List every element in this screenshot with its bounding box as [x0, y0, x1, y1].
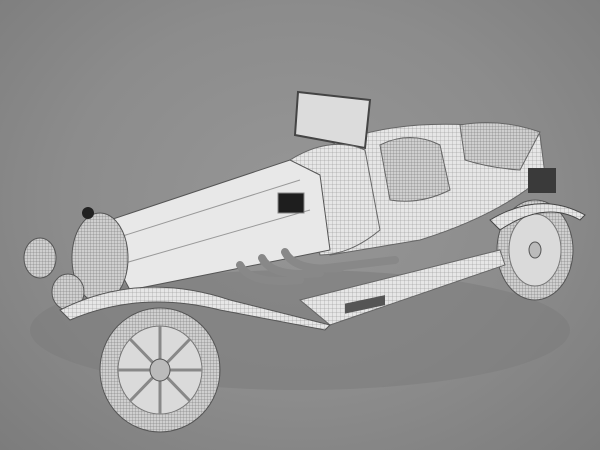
- render-viewport: [0, 0, 600, 450]
- rear-trunk: [528, 168, 556, 193]
- windshield: [293, 90, 372, 150]
- car-wireframe-render: [23, 90, 586, 433]
- front-wheel: [99, 307, 221, 433]
- hood-vent: [277, 192, 305, 214]
- seat-left: [379, 137, 451, 202]
- radiator-cap: [82, 207, 94, 219]
